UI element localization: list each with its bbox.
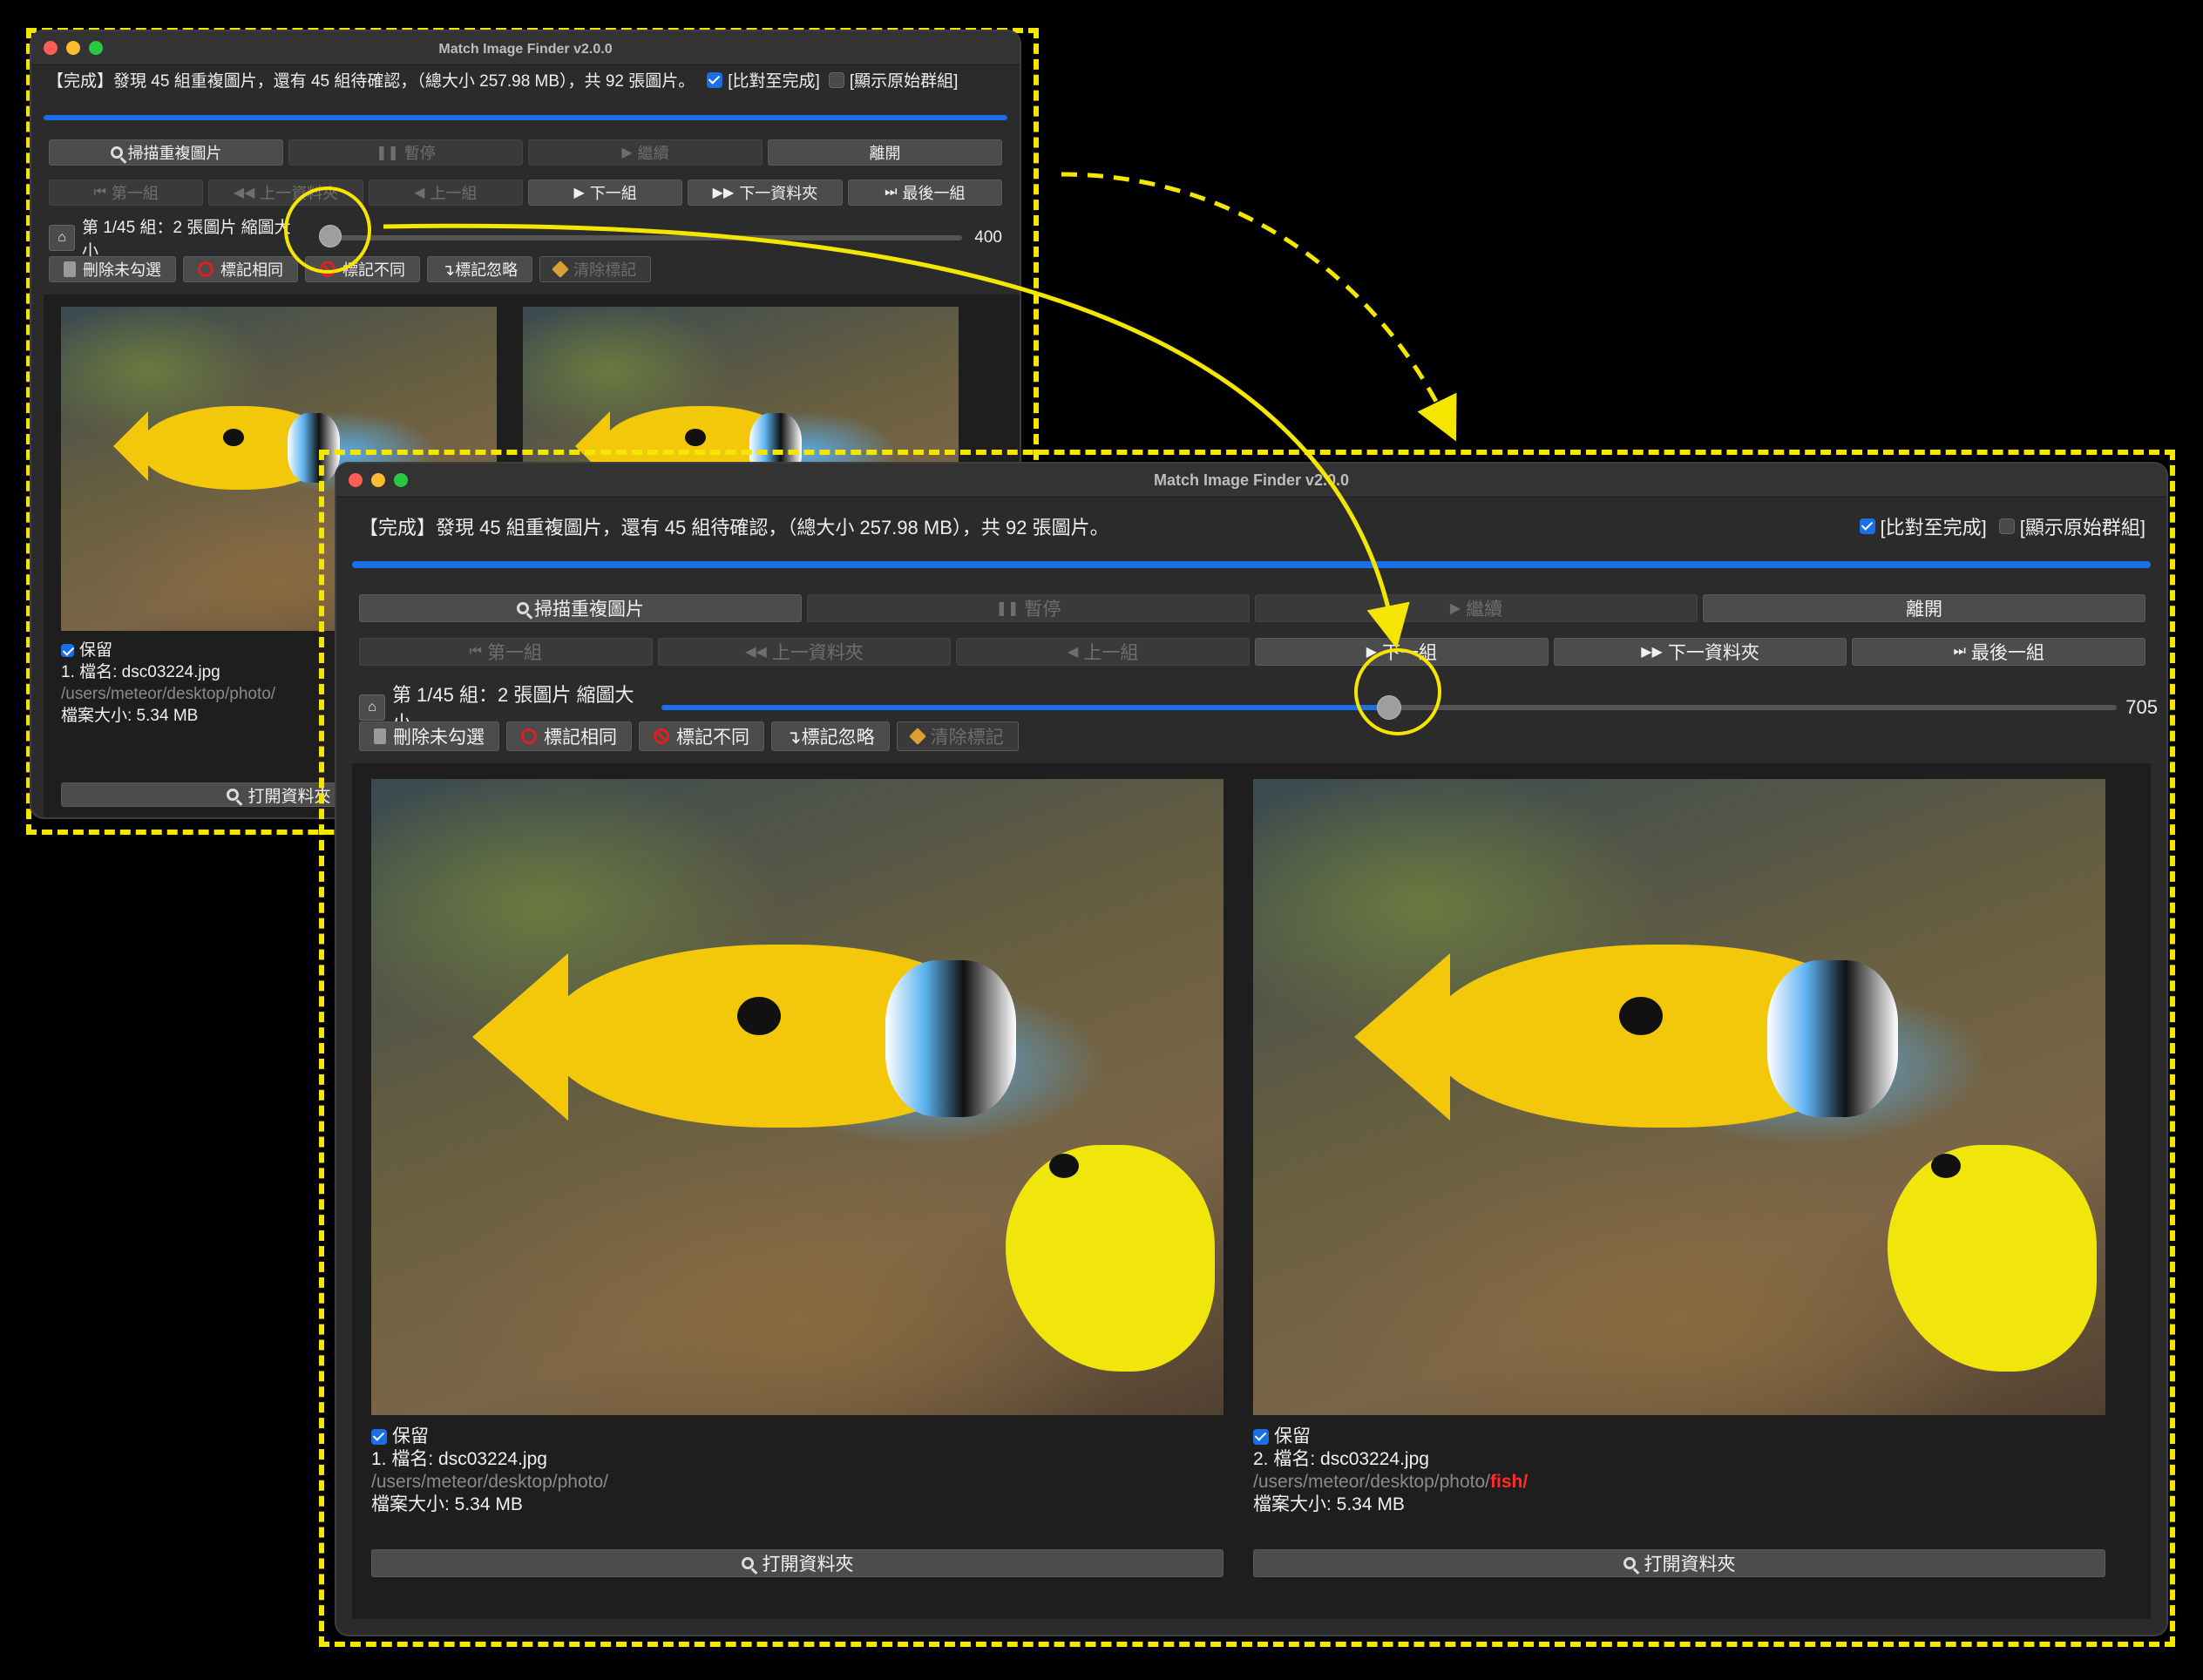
slider-change-arrow [383, 223, 1410, 649]
annotation-arrows [383, 172, 1457, 649]
window-transition-arrow [1061, 172, 1457, 442]
